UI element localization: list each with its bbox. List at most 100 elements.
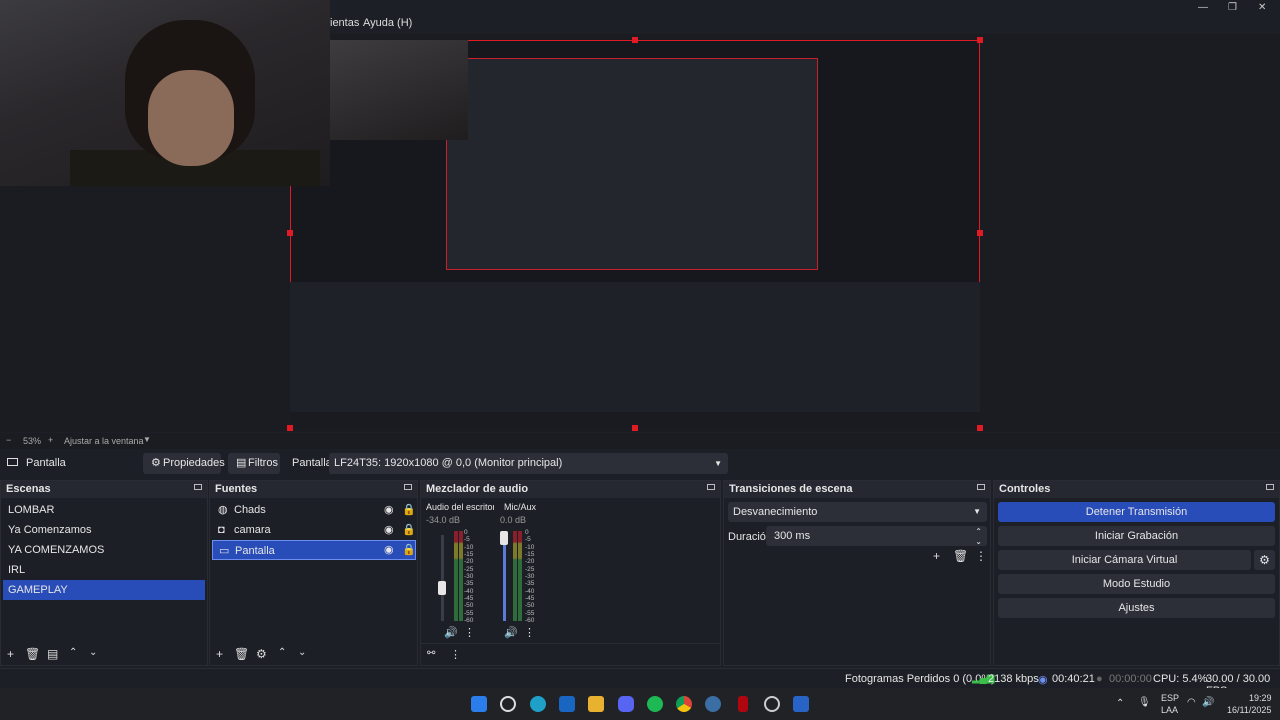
menu-help[interactable]: Ayuda (H)	[363, 17, 412, 29]
chrome-icon[interactable]	[676, 696, 692, 712]
settings-button[interactable]: Ajustes	[998, 598, 1275, 618]
volume-slider-handle[interactable]	[438, 581, 446, 595]
link-icon[interactable]: ⚯	[427, 648, 435, 659]
language-code[interactable]: ESP	[1161, 693, 1179, 703]
resize-handle[interactable]	[977, 230, 983, 236]
source-item[interactable]: ◘ camara ◉ 🔒	[212, 520, 416, 540]
chevron-up-icon[interactable]: ⌃	[1116, 698, 1124, 709]
kebab-menu-icon[interactable]: ⋮	[450, 648, 461, 661]
trash-icon[interactable]: 🗑	[953, 549, 968, 563]
lock-icon[interactable]: 🔒	[402, 520, 416, 540]
eye-icon[interactable]: ◉	[384, 500, 394, 520]
language-layout[interactable]: LAA	[1161, 705, 1178, 715]
lock-icon[interactable]: 🔒	[402, 540, 416, 560]
duration-spinbox[interactable]: 300 ms ⌃ ⌄	[766, 526, 987, 546]
volume-icon[interactable]: 🔊	[1202, 697, 1214, 708]
windows-start-icon[interactable]	[471, 696, 487, 712]
properties-button[interactable]: ⚙ Propiedades	[143, 453, 225, 474]
kebab-menu-icon[interactable]: ⋮	[524, 626, 535, 639]
clock-date[interactable]: 16/11/2025	[1227, 705, 1271, 715]
clock-time[interactable]: 19:29	[1249, 693, 1272, 703]
trash-icon[interactable]: 🗑	[234, 647, 249, 661]
virtualcam-settings-gear-icon[interactable]: ⚙	[1254, 550, 1275, 570]
db-tick-label: -20	[464, 558, 474, 566]
add-icon[interactable]: +	[7, 647, 14, 661]
filter-icon[interactable]: ▤	[47, 647, 58, 661]
undock-icon[interactable]	[194, 484, 202, 490]
undock-icon[interactable]	[404, 484, 412, 490]
source-item-selected[interactable]: ▭ Pantalla ◉ 🔒	[212, 540, 416, 560]
outlook-icon[interactable]	[559, 696, 575, 712]
volume-slider-track[interactable]	[441, 535, 444, 621]
chevron-down-icon[interactable]: ▼	[143, 435, 151, 444]
transition-select[interactable]: Desvanecimiento ▼	[728, 502, 987, 522]
steam-icon[interactable]	[705, 696, 721, 712]
trash-icon[interactable]: 🗑	[25, 647, 40, 661]
gear-icon[interactable]: ⚙	[256, 647, 267, 661]
level-meter	[454, 531, 458, 621]
undock-icon[interactable]	[1266, 484, 1274, 490]
move-down-icon[interactable]: ⌄	[298, 647, 306, 658]
start-virtualcam-button[interactable]: Iniciar Cámara Virtual	[998, 550, 1251, 570]
eye-icon[interactable]: ◉	[384, 520, 394, 540]
resize-handle[interactable]	[632, 37, 638, 43]
zoom-value: 53%	[23, 436, 42, 446]
studio-mode-button[interactable]: Modo Estudio	[998, 574, 1275, 594]
scene-item[interactable]: Ya Comenzamos	[3, 520, 205, 540]
volume-slider-handle[interactable]	[500, 531, 508, 545]
close-button[interactable]: ✕	[1258, 2, 1266, 16]
webcam-feed	[0, 0, 330, 186]
scene-item[interactable]: LOMBAR	[3, 500, 205, 520]
scene-item[interactable]: YA COMENZAMOS	[3, 540, 205, 560]
zoom-in-icon[interactable]: +	[48, 435, 53, 445]
move-up-icon[interactable]: ⌃	[278, 647, 286, 658]
scene-item-selected[interactable]: GAMEPLAY	[3, 580, 205, 600]
add-icon[interactable]: +	[933, 549, 940, 563]
start-recording-button[interactable]: Iniciar Grabación	[998, 526, 1275, 546]
zoom-fit-label[interactable]: Ajustar a la ventana	[64, 436, 144, 446]
volume-slider-track[interactable]	[503, 535, 506, 621]
source-item[interactable]: ◍ Chads ◉ 🔒	[212, 500, 416, 520]
minimize-button[interactable]: —	[1198, 2, 1208, 16]
microphone-icon[interactable]: 🎙	[1138, 697, 1151, 708]
file-explorer-icon[interactable]	[588, 696, 604, 712]
wifi-icon[interactable]: ◠	[1187, 697, 1196, 708]
resize-handle[interactable]	[287, 425, 293, 431]
netflix-icon[interactable]	[738, 696, 748, 712]
speaker-icon[interactable]: 🔊	[504, 626, 518, 639]
resize-handle[interactable]	[632, 425, 638, 431]
eye-icon[interactable]: ◉	[384, 540, 394, 560]
stop-stream-button[interactable]: Detener Transmisión	[998, 502, 1275, 522]
undock-icon[interactable]	[977, 484, 985, 490]
gear-icon: ⚙	[151, 457, 161, 469]
monitor-icon: ▭	[219, 545, 230, 557]
move-up-icon[interactable]: ⌃	[69, 647, 77, 658]
record-icon: ●	[1096, 673, 1103, 685]
db-tick-label: -25	[464, 565, 474, 573]
search-icon[interactable]	[500, 696, 516, 712]
move-down-icon[interactable]: ⌄	[89, 647, 97, 658]
speaker-icon[interactable]: 🔊	[444, 626, 458, 639]
filters-label: Filtros	[248, 457, 278, 469]
kebab-menu-icon[interactable]: ⋮	[464, 626, 475, 639]
lock-icon[interactable]: 🔒	[402, 500, 416, 520]
zoom-out-icon[interactable]: −	[6, 435, 11, 445]
maximize-button[interactable]: ❐	[1228, 2, 1237, 16]
filters-button[interactable]: ▤ Filtros	[228, 453, 280, 474]
scene-item[interactable]: IRL	[3, 560, 205, 580]
kebab-menu-icon[interactable]: ⋮	[975, 549, 987, 563]
obs-icon[interactable]	[764, 696, 780, 712]
discord-icon[interactable]	[618, 696, 634, 712]
app-icon[interactable]	[793, 696, 809, 712]
display-select[interactable]: LF24T35: 1920x1080 @ 0,0 (Monitor princi…	[329, 453, 728, 474]
undock-icon[interactable]	[707, 484, 715, 490]
resize-handle[interactable]	[977, 37, 983, 43]
add-icon[interactable]: +	[216, 647, 223, 661]
transitions-title: Transiciones de escena	[724, 481, 990, 498]
edge-icon[interactable]	[530, 696, 546, 712]
resize-handle[interactable]	[287, 230, 293, 236]
spotify-icon[interactable]	[647, 696, 663, 712]
resize-handle[interactable]	[977, 425, 983, 431]
stream-time: 00:40:21	[1052, 673, 1095, 685]
menu-tools[interactable]: ientas	[330, 17, 359, 29]
